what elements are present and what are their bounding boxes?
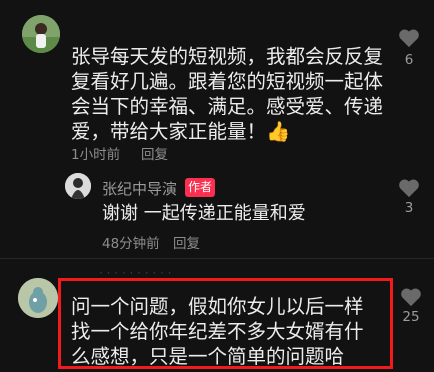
thumbs-up-icon: 👍 bbox=[266, 120, 291, 143]
comment-author[interactable]: 张纪中导演 bbox=[102, 178, 177, 199]
like-button[interactable] bbox=[400, 287, 422, 311]
like-count: 6 bbox=[404, 52, 414, 68]
reply-button[interactable]: 回复 bbox=[141, 143, 168, 163]
reply-button[interactable]: 回复 bbox=[173, 232, 200, 252]
like-count: 25 bbox=[402, 309, 420, 325]
like-count: 3 bbox=[404, 200, 414, 216]
avatar[interactable] bbox=[18, 278, 58, 318]
avatar[interactable] bbox=[22, 15, 60, 53]
highlight-box bbox=[58, 278, 393, 369]
divider bbox=[0, 258, 434, 259]
comment-timestamp: 48分钟前 bbox=[102, 236, 160, 252]
avatar[interactable] bbox=[65, 173, 91, 199]
heart-icon bbox=[399, 29, 419, 48]
like-button[interactable] bbox=[398, 178, 420, 202]
heart-icon bbox=[399, 179, 419, 198]
author-badge: 作者 bbox=[185, 178, 215, 197]
comment-text: 张导每天发的短视频，我都会反反复复看好几遍。跟着您的短视频一起体会当下的幸福、满… bbox=[71, 45, 384, 143]
comment-text: 谢谢 一起传递正能量和爱 bbox=[102, 203, 306, 224]
comment-timestamp: 1小时前 bbox=[71, 147, 121, 163]
heart-icon bbox=[401, 288, 421, 307]
like-button[interactable] bbox=[398, 28, 420, 52]
